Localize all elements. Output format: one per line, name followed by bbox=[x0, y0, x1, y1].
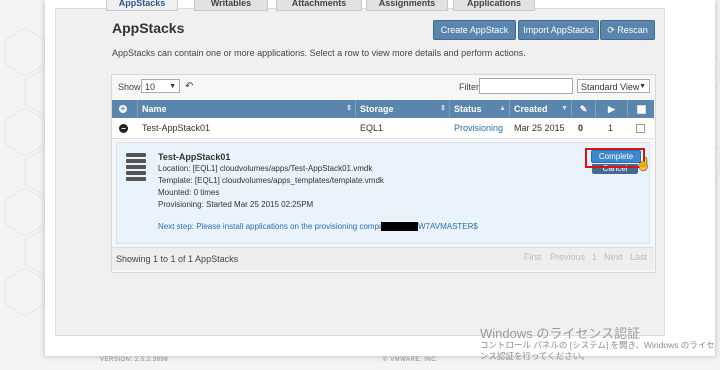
refresh-icon: ⟳ bbox=[607, 25, 618, 35]
row-created: Mar 25 2015 bbox=[514, 123, 565, 133]
reset-icon[interactable]: ↶ bbox=[185, 81, 193, 92]
disk-stack-icon bbox=[126, 177, 146, 181]
show-label: Show bbox=[118, 82, 141, 92]
filter-input[interactable] bbox=[479, 78, 573, 94]
tab-writables[interactable]: Writables bbox=[194, 0, 268, 11]
disk-stack-icon bbox=[126, 171, 146, 175]
select-all-header[interactable] bbox=[628, 100, 654, 118]
detail-next-step: Next step: Please install applications o… bbox=[158, 222, 396, 231]
column-header-created[interactable]: Created ▼ bbox=[510, 100, 572, 118]
plus-icon: + bbox=[119, 104, 127, 113]
page-size-value: 10 bbox=[145, 82, 156, 92]
copyright-text: © VMWARE, INC. bbox=[383, 357, 439, 363]
page-description: AppStacks can contain one or more applic… bbox=[112, 48, 526, 58]
activation-watermark-text: コントロール パネルの [システム] を開き、Windows のライセンス認証を… bbox=[480, 340, 715, 361]
filter-label: Filter bbox=[459, 82, 479, 92]
column-status-label: Status bbox=[454, 104, 482, 114]
rescan-button[interactable]: ⟳ Rescan bbox=[600, 20, 655, 40]
column-created-label: Created bbox=[514, 104, 548, 114]
column-name-label: Name bbox=[142, 104, 167, 114]
sort-icon: ⇕ bbox=[346, 105, 352, 112]
tab-attachments[interactable]: Attachments bbox=[276, 0, 362, 11]
view-select-value: Standard View bbox=[581, 82, 640, 92]
chevron-down-icon: ▼ bbox=[639, 83, 646, 90]
redacted-text bbox=[381, 222, 418, 231]
disk-stack-icon bbox=[126, 153, 146, 157]
version-text: VERSION: 2.5.2.3898 bbox=[100, 357, 169, 363]
disk-stack-icon bbox=[126, 165, 146, 169]
tab-appstacks[interactable]: AppStacks bbox=[106, 0, 178, 11]
row-status: Provisioning bbox=[454, 123, 504, 133]
hand-cursor-icon: ☝ bbox=[636, 157, 651, 171]
detail-mounted: Mounted: 0 times bbox=[158, 188, 220, 197]
detail-template: Template: [EQL1] cloudvolumes/apps_templ… bbox=[158, 176, 384, 185]
rescan-label: Rescan bbox=[617, 25, 648, 35]
detail-provisioning: Provisioning: Started Mar 25 2015 02:25P… bbox=[158, 200, 314, 209]
row-count: 1 bbox=[608, 123, 614, 133]
column-header-name[interactable]: Name ⇕ bbox=[138, 100, 356, 118]
create-appstack-button[interactable]: Create AppStack bbox=[433, 20, 516, 40]
disk-stack-icon bbox=[126, 159, 146, 163]
column-header-count[interactable]: ▶ bbox=[596, 100, 628, 118]
pager-last[interactable]: Last bbox=[630, 252, 647, 262]
pager-page[interactable]: 1 bbox=[592, 252, 597, 262]
detail-location: Location: [EQL1] cloudvolumes/apps/Test-… bbox=[158, 164, 373, 173]
provisioning-computer: W7AVMASTER$ bbox=[418, 222, 478, 231]
column-storage-label: Storage bbox=[360, 104, 394, 114]
column-header-attachments[interactable]: ✎ bbox=[572, 100, 596, 118]
tab-applications[interactable]: Applications bbox=[453, 0, 535, 11]
tab-assignments[interactable]: Assignments bbox=[366, 0, 448, 11]
page-size-select[interactable]: 10 ▼ bbox=[141, 79, 180, 93]
column-header-status[interactable]: Status ▲ bbox=[450, 100, 510, 118]
detail-name: Test-AppStack01 bbox=[158, 152, 231, 162]
import-appstacks-button[interactable]: Import AppStacks bbox=[518, 20, 599, 40]
pager-next[interactable]: Next bbox=[604, 252, 623, 262]
row-attachments: 0 bbox=[578, 123, 584, 133]
collapse-icon[interactable]: − bbox=[119, 124, 128, 133]
chevron-down-icon: ▼ bbox=[169, 83, 176, 90]
row-name: Test-AppStack01 bbox=[142, 123, 211, 133]
sort-icon: ⇕ bbox=[440, 105, 446, 112]
row-storage: EQL1 bbox=[360, 123, 384, 133]
sort-icon: ▼ bbox=[561, 105, 568, 112]
expand-all-header[interactable]: + bbox=[112, 100, 138, 118]
play-icon: ▶ bbox=[608, 104, 615, 114]
column-header-storage[interactable]: Storage ⇕ bbox=[356, 100, 450, 118]
sort-asc-icon: ▲ bbox=[499, 105, 506, 112]
checkbox-icon bbox=[636, 105, 646, 115]
pager-first[interactable]: First bbox=[524, 252, 542, 262]
page-title: AppStacks bbox=[112, 20, 185, 36]
showing-count: Showing 1 to 1 of 1 AppStacks bbox=[116, 254, 239, 264]
table-row[interactable]: − Test-AppStack01 EQL1 Provisioning Mar … bbox=[112, 118, 654, 139]
row-checkbox[interactable] bbox=[636, 124, 645, 133]
view-select[interactable]: Standard View ▼ bbox=[577, 79, 650, 93]
complete-button[interactable]: Complete bbox=[591, 150, 641, 163]
table-header: + Name ⇕ Storage ⇕ Status ▲ Created ▼ ✎ ▶ bbox=[112, 100, 654, 118]
pager-previous[interactable]: Previous bbox=[550, 252, 585, 262]
pencil-icon: ✎ bbox=[579, 104, 588, 114]
